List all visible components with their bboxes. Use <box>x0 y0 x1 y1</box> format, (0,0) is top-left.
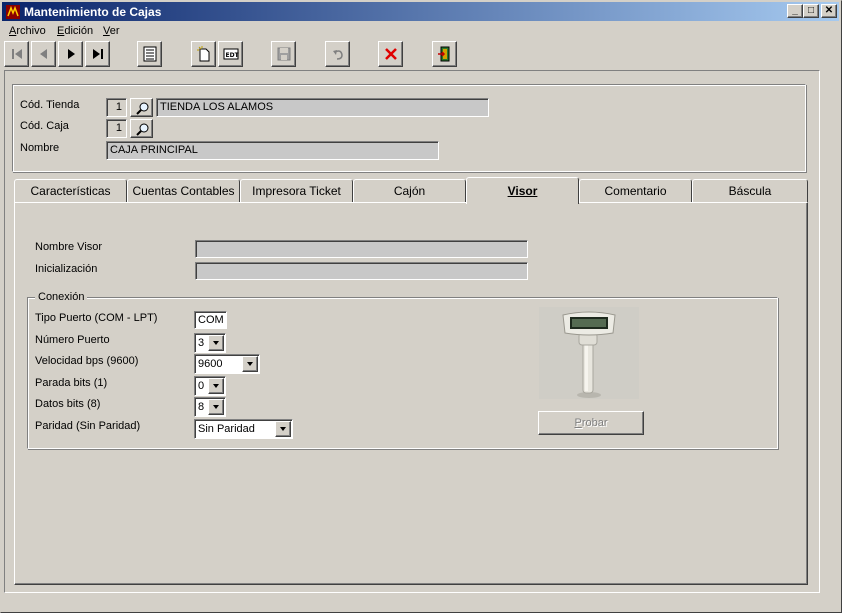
window-title: Mantenimiento de Cajas <box>24 5 162 19</box>
undo-icon <box>333 50 343 60</box>
delete-icon <box>385 48 397 60</box>
edit-record-button[interactable]: EDT <box>218 41 243 67</box>
menu-ver-mnemonic: V <box>103 25 110 37</box>
previous-record-button[interactable] <box>31 41 56 67</box>
first-record-icon <box>12 49 22 59</box>
maximize-icon: □ <box>807 5 815 16</box>
menu-archivo[interactable]: Archivo <box>9 25 46 37</box>
last-record-icon <box>93 49 103 59</box>
chevron-down-icon[interactable] <box>208 378 224 394</box>
first-record-button[interactable] <box>4 41 29 67</box>
minimize-button[interactable]: _ <box>787 4 803 18</box>
paridad-value: Sin Paridad <box>198 423 255 435</box>
tipo-puerto-field[interactable]: COM <box>194 311 227 329</box>
tab-cajon[interactable]: Cajón <box>353 179 466 202</box>
tab-cuentas-contables[interactable]: Cuentas Contables <box>127 179 240 202</box>
tab-bascula[interactable]: Báscula <box>692 179 808 202</box>
nombre-visor-field[interactable] <box>195 240 528 258</box>
next-record-icon <box>68 49 75 59</box>
caja-lookup-button[interactable] <box>130 119 153 138</box>
minimize-icon: _ <box>792 5 798 16</box>
edit-record-icon: EDT <box>223 48 240 60</box>
tab-impresora-ticket[interactable]: Impresora Ticket <box>240 179 353 202</box>
new-record-button[interactable] <box>191 41 216 67</box>
menu-bar: Archivo Edición Ver <box>2 23 839 41</box>
menu-ver-rest: er <box>109 25 120 37</box>
datos-bits-value: 8 <box>198 401 205 413</box>
probar-mnemonic: P <box>574 417 582 429</box>
undo-button[interactable] <box>325 41 350 67</box>
app-icon <box>6 5 20 19</box>
chevron-down-icon[interactable] <box>275 421 291 437</box>
magnifier-icon <box>136 102 149 115</box>
caja-label: Cód. Caja <box>20 120 69 132</box>
customer-display-image <box>539 307 639 399</box>
status-bar <box>2 596 839 611</box>
maximize-button[interactable]: □ <box>803 4 819 18</box>
save-button[interactable] <box>271 41 296 67</box>
chevron-down-icon[interactable] <box>208 399 224 415</box>
tab-caracteristicas[interactable]: Características <box>14 179 127 202</box>
tienda-code-field[interactable]: 1 <box>106 98 127 117</box>
inicializacion-field[interactable] <box>195 262 528 280</box>
tab-visor[interactable]: Visor <box>466 177 579 204</box>
conexion-group-label: Conexión <box>35 291 88 303</box>
chevron-down-icon[interactable] <box>208 335 224 351</box>
magnifier-icon <box>136 123 149 136</box>
caja-code-field[interactable]: 1 <box>106 119 127 138</box>
tienda-name-field: TIENDA LOS ALAMOS <box>156 98 489 117</box>
velocidad-label: Velocidad bps (9600) <box>35 355 139 367</box>
numero-puerto-select[interactable]: 3 <box>194 333 226 353</box>
velocidad-select[interactable]: 9600 <box>194 354 260 374</box>
parada-bits-value: 0 <box>198 380 205 392</box>
close-icon: ✕ <box>824 5 834 16</box>
datos-bits-select[interactable]: 8 <box>194 397 226 417</box>
tienda-label: Cód. Tienda <box>20 99 80 111</box>
title-bar[interactable]: Mantenimiento de Cajas <box>2 2 839 21</box>
paridad-select[interactable]: Sin Paridad <box>194 419 293 439</box>
toolbar: EDT <box>2 41 839 69</box>
list-button[interactable] <box>137 41 162 67</box>
menu-edicion-rest: dición <box>64 25 94 37</box>
parada-bits-select[interactable]: 0 <box>194 376 226 396</box>
save-icon <box>277 47 291 61</box>
datos-bits-label: Datos bits (8) <box>35 398 101 410</box>
tab-comentario[interactable]: Comentario <box>579 179 692 202</box>
probar-button[interactable]: Probar <box>538 411 644 435</box>
delete-button[interactable] <box>378 41 403 67</box>
tienda-lookup-button[interactable] <box>130 98 153 117</box>
menu-archivo-rest: rchivo <box>16 25 46 37</box>
next-record-button[interactable] <box>58 41 83 67</box>
menu-edicion[interactable]: Edición <box>57 25 93 37</box>
menu-ver[interactable]: Ver <box>103 25 120 37</box>
probar-label-rest: robar <box>581 417 608 429</box>
svg-text:EDT: EDT <box>226 52 240 59</box>
previous-record-icon <box>40 49 47 59</box>
nombre-visor-label: Nombre Visor <box>35 241 103 253</box>
parada-bits-label: Parada bits (1) <box>35 377 108 389</box>
nombre-label: Nombre <box>20 142 60 154</box>
nombre-field[interactable]: CAJA PRINCIPAL <box>106 141 439 160</box>
last-record-button[interactable] <box>85 41 110 67</box>
numero-puerto-label: Número Puerto <box>35 334 110 346</box>
new-record-icon <box>197 46 210 62</box>
close-button[interactable]: ✕ <box>821 4 837 18</box>
inicializacion-label: Inicialización <box>35 263 98 275</box>
chevron-down-icon[interactable] <box>242 356 258 372</box>
velocidad-value: 9600 <box>198 358 223 370</box>
exit-icon <box>438 46 450 62</box>
tipo-puerto-label: Tipo Puerto (COM - LPT) <box>35 312 158 324</box>
paridad-label: Paridad (Sin Paridad) <box>35 420 141 432</box>
numero-puerto-value: 3 <box>198 337 205 349</box>
exit-button[interactable] <box>432 41 457 67</box>
list-icon <box>143 46 157 62</box>
